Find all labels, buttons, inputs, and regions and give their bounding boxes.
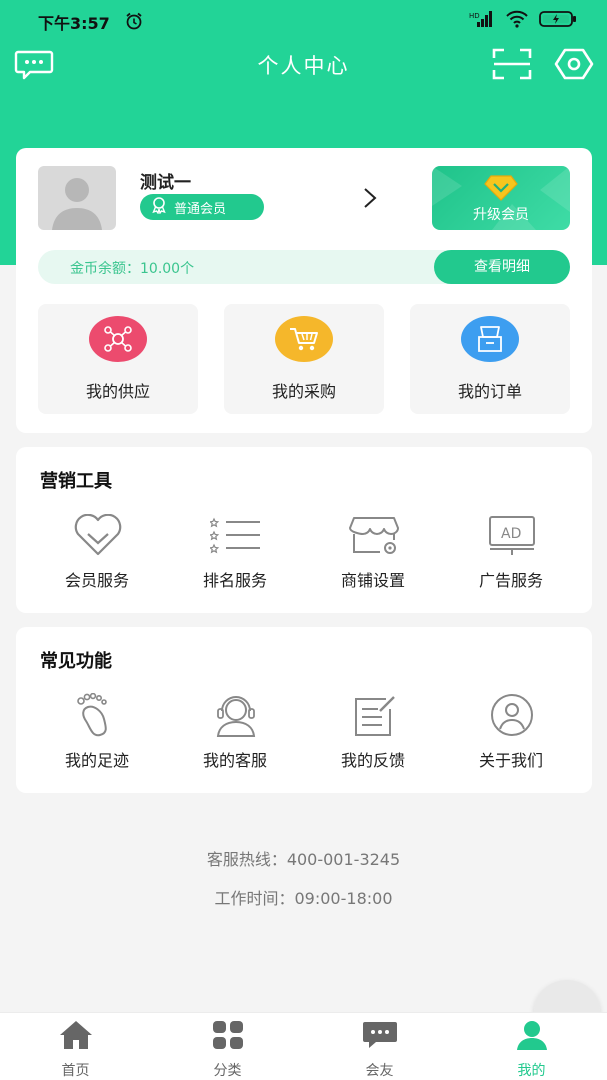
svg-text:AD: AD [501, 526, 521, 542]
chat-icon [362, 1019, 398, 1051]
store-settings-button[interactable]: 商铺设置 [304, 511, 442, 601]
my-orders-button[interactable]: 我的订单 [410, 304, 570, 414]
my-supply-button[interactable]: 我的供应 [38, 304, 198, 414]
tab-category[interactable]: 分类 [152, 1013, 303, 1080]
my-purchase-label: 我的采购 [271, 382, 336, 401]
about-user-icon [486, 693, 538, 737]
tab-category-label: 分类 [213, 1063, 242, 1079]
category-icon [210, 1019, 246, 1051]
diamond-icon [484, 174, 518, 206]
coin-balance: 金币余额：10.00个 [70, 261, 195, 277]
upgrade-member-button[interactable]: 升级会员 [432, 166, 570, 230]
about-us-button[interactable]: 关于我们 [442, 691, 580, 781]
about-us-label: 关于我们 [478, 751, 543, 770]
ranking-service-label: 排名服务 [202, 571, 267, 590]
view-details-button[interactable]: 查看明细 [434, 250, 570, 284]
nav-bar: 个人中心 [0, 40, 607, 90]
ranking-list-icon [210, 513, 262, 557]
supply-icon [89, 316, 147, 362]
battery-icon [539, 10, 577, 32]
coin-balance-bar: 金币余额：10.00个 查看明细 [38, 250, 570, 284]
store-icon [348, 513, 400, 557]
profile-chevron-icon[interactable] [362, 186, 378, 214]
status-time: 下午3:57 [38, 14, 110, 33]
tab-friends-label: 会友 [365, 1063, 394, 1079]
wifi-icon [505, 10, 529, 32]
status-bar: 下午3:57 HD [0, 0, 607, 40]
ad-icon: AD [486, 513, 538, 557]
scan-button[interactable] [492, 48, 532, 84]
member-service-label: 会员服务 [64, 571, 129, 590]
ranking-service-button[interactable]: 排名服务 [166, 511, 304, 601]
footprint-icon [72, 693, 124, 737]
service-hotline[interactable]: 客服热线：400-001-3245 [0, 846, 607, 870]
feedback-icon [348, 693, 400, 737]
svg-text:HD: HD [469, 12, 480, 20]
tab-mine[interactable]: 我的 [456, 1013, 607, 1080]
my-footprint-button[interactable]: 我的足迹 [28, 691, 166, 781]
home-icon [58, 1019, 94, 1051]
my-supply-label: 我的供应 [85, 382, 150, 401]
member-service-button[interactable]: 会员服务 [28, 511, 166, 601]
my-feedback-label: 我的反馈 [340, 751, 405, 770]
my-customer-service-button[interactable]: 我的客服 [166, 691, 304, 781]
profile-card: 测试一 普通会员 升级会员 金币余额：10.00个 查看明细 我的供应 我的采购 [16, 148, 592, 433]
member-level-label: 普通会员 [174, 201, 227, 217]
username[interactable]: 测试一 [140, 168, 191, 193]
scan-icon [492, 47, 532, 85]
working-hours: 工作时间：09:00-18:00 [214, 889, 393, 908]
cart-icon [275, 316, 333, 362]
upgrade-member-label: 升级会员 [473, 207, 529, 223]
settings-icon [554, 48, 594, 84]
tab-home[interactable]: 首页 [0, 1013, 151, 1080]
signal-icon: HD [469, 10, 495, 32]
section-title: 常见功能 [40, 651, 112, 672]
my-feedback-button[interactable]: 我的反馈 [304, 691, 442, 781]
my-orders-label: 我的订单 [457, 382, 522, 401]
section-title: 营销工具 [40, 471, 112, 492]
bag-icon [461, 316, 519, 362]
heart-icon [72, 513, 124, 557]
my-purchase-button[interactable]: 我的采购 [224, 304, 384, 414]
ad-service-label: 广告服务 [478, 571, 543, 590]
store-settings-label: 商铺设置 [340, 571, 405, 590]
my-footprint-label: 我的足迹 [64, 751, 129, 770]
profile-icon [514, 1019, 550, 1051]
alarm-icon [124, 11, 144, 35]
my-customer-service-label: 我的客服 [202, 751, 267, 770]
ad-service-button[interactable]: AD 广告服务 [442, 511, 580, 601]
tab-mine-label: 我的 [517, 1063, 546, 1079]
marketing-tools-card: 营销工具 会员服务 排名服务 商铺设置 AD 广告服务 [16, 447, 592, 613]
tab-friends[interactable]: 会友 [304, 1013, 455, 1080]
badge-icon [150, 196, 168, 218]
settings-button[interactable] [554, 48, 594, 84]
member-level-badge: 普通会员 [140, 194, 264, 220]
common-functions-card: 常见功能 我的足迹 我的客服 我的反馈 关于我们 [16, 627, 592, 793]
avatar[interactable] [38, 166, 116, 230]
customer-service-icon [210, 693, 262, 737]
tab-home-label: 首页 [61, 1063, 90, 1079]
bottom-tab-bar: 首页 分类 会友 我的 [0, 1012, 607, 1080]
